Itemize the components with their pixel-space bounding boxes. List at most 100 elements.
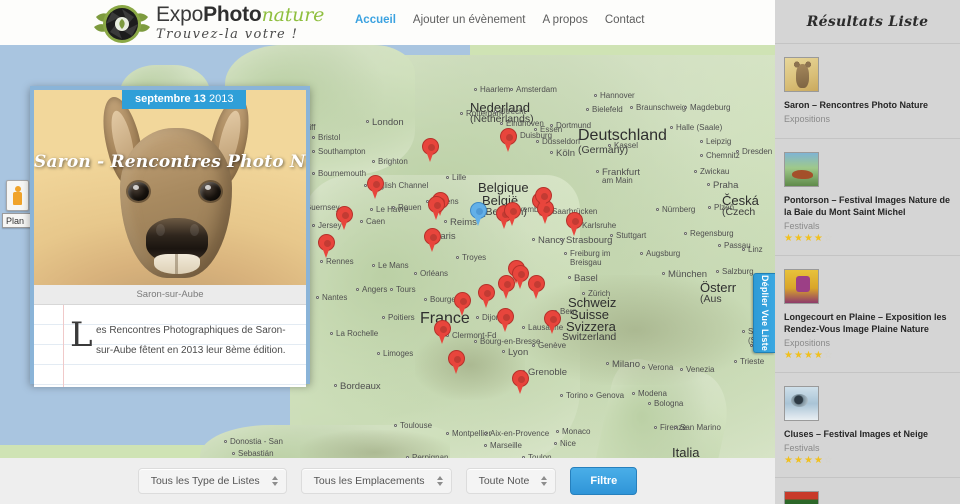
map-city-dot bbox=[550, 124, 553, 127]
star-filled-icon: ★ bbox=[813, 233, 823, 244]
street-view-control[interactable] bbox=[6, 180, 29, 211]
map-city-dot bbox=[522, 326, 525, 329]
result-list-item[interactable]: Longecourt en Plaine – Exposition les Re… bbox=[775, 255, 960, 372]
result-item-title[interactable]: Saron – Rencontres Photo Nature bbox=[784, 99, 951, 111]
map-marker-selected[interactable] bbox=[470, 202, 487, 227]
street-view-pegman-icon bbox=[13, 186, 22, 205]
nav-link-contact[interactable]: Contact bbox=[605, 14, 645, 26]
map-marker[interactable] bbox=[500, 128, 517, 153]
filter-location-select[interactable]: Tous les Emplacements bbox=[300, 468, 452, 494]
map-marker[interactable] bbox=[367, 175, 384, 200]
star-filled-icon: ★ bbox=[803, 233, 813, 244]
map-city-dot bbox=[484, 444, 487, 447]
filter-list-type-select[interactable]: Tous les Type de Listes bbox=[137, 468, 287, 494]
map-marker[interactable] bbox=[422, 138, 439, 163]
map-city-dot bbox=[560, 394, 563, 397]
map-marker[interactable] bbox=[566, 212, 583, 237]
map-city-dot bbox=[476, 316, 479, 319]
map-marker[interactable] bbox=[498, 275, 515, 300]
map-city-dot bbox=[560, 238, 563, 241]
logo-text-nature: nature bbox=[261, 4, 325, 26]
logo-text-expo: Expo bbox=[156, 3, 204, 26]
map-city-dot bbox=[532, 238, 535, 241]
toggle-list-view-tab[interactable]: Déplier Vue Liste bbox=[753, 273, 775, 353]
map-marker[interactable] bbox=[497, 308, 514, 333]
info-card-location: Saron-sur-Aube bbox=[34, 285, 306, 305]
map-marker[interactable] bbox=[336, 206, 353, 231]
result-list-item[interactable]: Cluses – Festival Images et Neige Festiva… bbox=[775, 372, 960, 477]
map-city-dot bbox=[742, 248, 745, 251]
map-city-dot bbox=[502, 350, 505, 353]
results-sidebar-title: Résultats Liste bbox=[806, 13, 929, 30]
map-marker[interactable] bbox=[512, 370, 529, 395]
terrain-massif-central bbox=[415, 330, 525, 400]
nav-link-accueil[interactable]: Accueil bbox=[355, 14, 396, 26]
star-filled-icon: ★ bbox=[793, 350, 803, 361]
map-city-dot bbox=[382, 316, 385, 319]
result-list-item[interactable]: Pontorson – Festival Images Nature de la… bbox=[775, 138, 960, 255]
result-list-item[interactable]: Montier-en-Der – Festival de la photogra… bbox=[775, 477, 960, 504]
map-city-dot bbox=[674, 426, 677, 429]
result-item-title[interactable]: Cluses – Festival Images et Neige bbox=[784, 428, 951, 440]
result-list-item[interactable]: Saron – Rencontres Photo Nature Expositio… bbox=[775, 43, 960, 138]
map-city-dot bbox=[360, 220, 363, 223]
deer-illustration bbox=[34, 90, 306, 285]
map-marker[interactable] bbox=[478, 284, 495, 309]
map-city-dot bbox=[312, 136, 315, 139]
map-city-dot bbox=[446, 432, 449, 435]
filter-rating-select[interactable]: Toute Note bbox=[465, 468, 557, 494]
map-marker[interactable] bbox=[428, 196, 445, 221]
map-city-dot bbox=[596, 170, 599, 173]
select-updown-arrows-icon bbox=[271, 476, 278, 486]
map-city-dot bbox=[656, 208, 659, 211]
site-logo-text: ExpoPhotonature Trouvez-la votre ! bbox=[156, 4, 324, 43]
map-city-dot bbox=[550, 151, 553, 154]
map-marker[interactable] bbox=[424, 228, 441, 253]
map-city-dot bbox=[312, 150, 315, 153]
nav-link-a-propos[interactable]: A propos bbox=[542, 14, 587, 26]
info-card-title: Saron - Rencontres Photo Nature bbox=[34, 152, 306, 172]
site-logo[interactable]: ExpoPhotonature Trouvez-la votre ! bbox=[92, 2, 332, 45]
nav-link-ajouter-un-v-nement[interactable]: Ajouter un évènement bbox=[413, 14, 526, 26]
map-city-dot bbox=[586, 108, 589, 111]
map-marker[interactable] bbox=[318, 234, 335, 259]
map-city-dot bbox=[224, 440, 227, 443]
result-item-title[interactable]: Pontorson – Festival Images Nature de la… bbox=[784, 194, 951, 218]
map-marker[interactable] bbox=[448, 350, 465, 375]
map-marker[interactable] bbox=[535, 187, 552, 212]
map-city-dot bbox=[456, 256, 459, 259]
map-city-dot bbox=[630, 106, 633, 109]
camera-aperture-leaves-logo-icon bbox=[92, 3, 152, 45]
map-marker[interactable] bbox=[544, 310, 561, 335]
map-city-dot bbox=[564, 252, 567, 255]
map-city-dot bbox=[446, 176, 449, 179]
map-city-dot bbox=[356, 288, 359, 291]
map-city-dot bbox=[424, 298, 427, 301]
star-filled-icon: ★ bbox=[793, 233, 803, 244]
map-city-dot bbox=[654, 426, 657, 429]
map-city-dot bbox=[232, 452, 235, 455]
map-city-dot bbox=[377, 352, 380, 355]
map-marker[interactable] bbox=[528, 275, 545, 300]
map-marker[interactable] bbox=[454, 292, 471, 317]
map-marker[interactable] bbox=[434, 320, 451, 345]
filter-selects[interactable]: Tous les Type de Listes Tous les Emplacem… bbox=[137, 468, 557, 494]
map-city-dot bbox=[700, 140, 703, 143]
map-city-dot bbox=[742, 330, 745, 333]
map-city-dot bbox=[372, 264, 375, 267]
map-city-dot bbox=[474, 88, 477, 91]
map-city-dot bbox=[320, 260, 323, 263]
main-navigation[interactable]: Accueil Ajouter un évènement A propos Conta… bbox=[355, 14, 645, 26]
logo-tagline: Trouvez-la votre ! bbox=[156, 27, 299, 42]
map-marker[interactable] bbox=[504, 202, 521, 227]
bird-green-poster-thumbnail bbox=[784, 491, 819, 504]
map-info-card[interactable]: septembre 13 2013 Saron - Rencontres Pho… bbox=[30, 86, 310, 387]
result-item-title[interactable]: Longecourt en Plaine – Exposition les Re… bbox=[784, 311, 951, 335]
map-city-dot bbox=[662, 272, 665, 275]
results-sidebar: Résultats Liste Saron – Rencontres Photo… bbox=[775, 0, 960, 504]
toggle-list-view-label: Déplier Vue Liste bbox=[759, 274, 770, 352]
map-city-dot bbox=[590, 394, 593, 397]
filter-submit-button[interactable]: Filtre bbox=[570, 467, 638, 495]
map-city-dot bbox=[708, 206, 711, 209]
results-list[interactable]: Saron – Rencontres Photo Nature Expositio… bbox=[775, 43, 960, 504]
